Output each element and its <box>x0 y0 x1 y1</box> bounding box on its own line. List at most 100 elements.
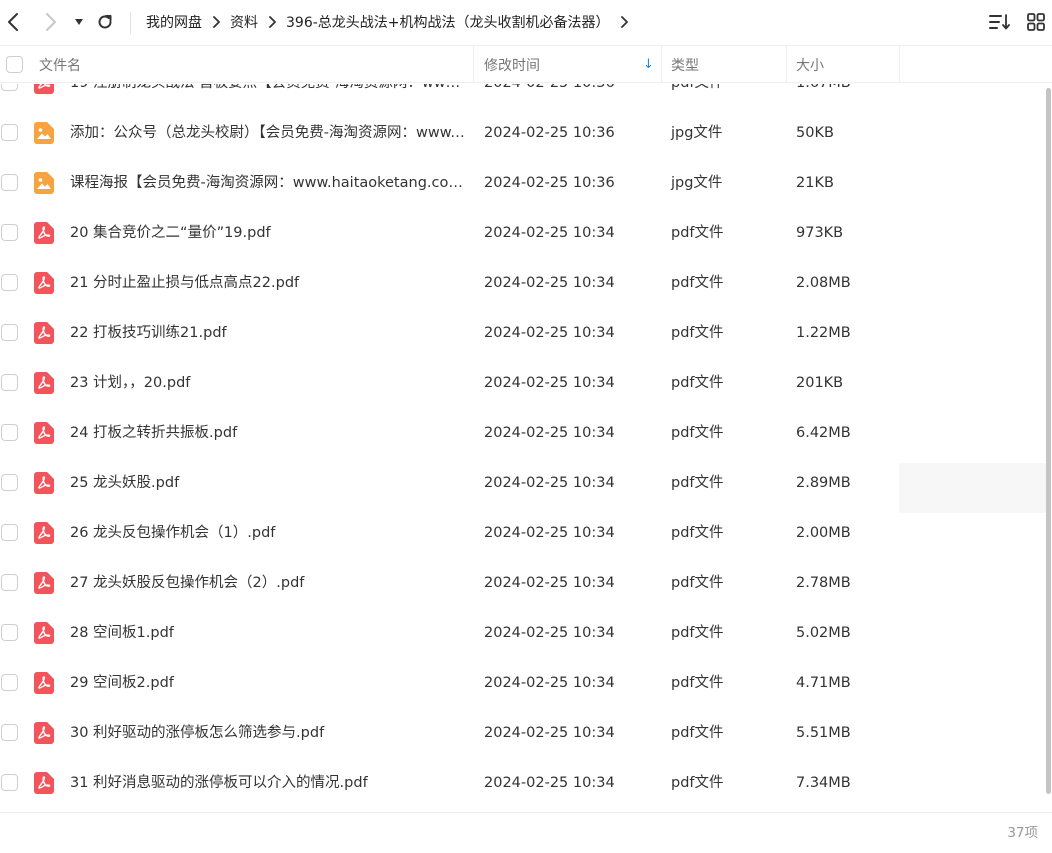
file-name[interactable]: 20 集合竞价之二“量价”19.pdf <box>70 208 465 258</box>
file-row[interactable]: 21 分时止盈止损与低点高点22.pdf 2024-02-25 10:34 pdf文… <box>0 258 1046 308</box>
breadcrumb-item-current[interactable]: 396-总龙头战法+机构战法（龙头收割机必备法器） <box>286 12 610 32</box>
column-header-type[interactable]: 类型 <box>671 46 699 83</box>
top-navigation-bar: 我的网盘 资料 396-总龙头战法+机构战法（龙头收割机必备法器） <box>0 0 1052 44</box>
file-size: 2.78MB <box>796 575 851 591</box>
file-row[interactable]: 30 利好驱动的涨停板怎么筛选参与.pdf 2024-02-25 10:34 pdf… <box>0 708 1046 758</box>
row-checkbox[interactable] <box>1 724 18 741</box>
file-row[interactable]: 29 空间板2.pdf 2024-02-25 10:34 pdf文件 4.71MB <box>0 658 1046 708</box>
file-row[interactable]: 24 打板之转折共振板.pdf 2024-02-25 10:34 pdf文件 6.42… <box>0 408 1046 458</box>
row-checkbox[interactable] <box>1 624 18 641</box>
file-row[interactable]: 23 计划，，20.pdf 2024-02-25 10:34 pdf文件 201KB <box>0 358 1046 408</box>
file-name[interactable]: 31 利好消息驱动的涨停板可以介入的情况.pdf <box>70 758 465 808</box>
file-name[interactable]: 课程海报【会员免费-海淘资源网：www.haitaoketang.com】.jp… <box>70 158 465 208</box>
file-size: 4.71MB <box>796 675 851 691</box>
scrollbar-thumb[interactable] <box>1046 88 1051 794</box>
chevron-left-icon <box>8 13 18 31</box>
row-checkbox[interactable] <box>1 674 18 691</box>
file-modified-time: 2024-02-25 10:34 <box>484 525 615 541</box>
file-type: pdf文件 <box>671 775 724 791</box>
column-resize-handle[interactable] <box>473 46 474 83</box>
file-type: pdf文件 <box>671 575 724 591</box>
file-name[interactable]: 28 空间板1.pdf <box>70 608 465 658</box>
file-type: pdf文件 <box>671 675 724 691</box>
row-checkbox[interactable] <box>1 574 18 591</box>
file-name[interactable]: 29 空间板2.pdf <box>70 658 465 708</box>
file-type: pdf文件 <box>671 84 724 108</box>
file-modified-time: 2024-02-25 10:34 <box>484 425 615 441</box>
file-name[interactable]: 22 打板技巧训练21.pdf <box>70 308 465 358</box>
row-checkbox[interactable] <box>1 84 18 91</box>
column-header-size[interactable]: 大小 <box>796 46 824 83</box>
back-button[interactable] <box>2 8 24 36</box>
file-row[interactable]: 31 利好消息驱动的涨停板可以介入的情况.pdf 2024-02-25 10:34… <box>0 758 1046 808</box>
file-modified-time: 2024-02-25 10:34 <box>484 475 615 491</box>
row-hover-highlight <box>899 463 1046 513</box>
file-row[interactable]: 添加：公众号（总龙头校尉）【会员免费-海淘资源网：www.haitaoketan… <box>0 108 1046 158</box>
breadcrumb-item[interactable]: 我的网盘 <box>146 12 202 32</box>
file-modified-time: 2024-02-25 10:34 <box>484 225 615 241</box>
file-name[interactable]: 26 龙头反包操作机会（1）.pdf <box>70 508 465 558</box>
file-size: 973KB <box>796 225 844 241</box>
sort-list-icon <box>989 14 1010 30</box>
row-checkbox[interactable] <box>1 474 18 491</box>
row-checkbox[interactable] <box>1 774 18 791</box>
forward-button[interactable] <box>40 8 62 36</box>
pdf-file-icon <box>34 84 54 94</box>
file-row[interactable]: 20 集合竞价之二“量价”19.pdf 2024-02-25 10:34 pdf文件… <box>0 208 1046 258</box>
select-all-checkbox[interactable] <box>6 46 23 83</box>
file-row[interactable]: 25 龙头妖股.pdf 2024-02-25 10:34 pdf文件 2.89MB <box>0 458 1046 508</box>
file-name[interactable]: 25 龙头妖股.pdf <box>70 458 465 508</box>
file-size: 2.00MB <box>796 525 851 541</box>
file-name[interactable]: 27 龙头妖股反包操作机会（2）.pdf <box>70 558 465 608</box>
row-checkbox[interactable] <box>1 124 18 141</box>
row-checkbox[interactable] <box>1 174 18 191</box>
file-size: 1.22MB <box>796 325 851 341</box>
chevron-right-icon <box>46 13 56 31</box>
file-name[interactable]: 23 计划，，20.pdf <box>70 358 465 408</box>
file-size: 6.42MB <box>796 425 851 441</box>
file-size: 1.67MB <box>796 84 851 108</box>
file-list-rows: 19 注册制龙头战法 首板要点【会员免费-海淘资源网：www.haitaoket… <box>0 84 1046 808</box>
breadcrumb-separator-icon <box>202 16 230 28</box>
row-checkbox[interactable] <box>1 424 18 441</box>
file-row[interactable]: 22 打板技巧训练21.pdf 2024-02-25 10:34 pdf文件 1.22… <box>0 308 1046 358</box>
file-size: 2.08MB <box>796 275 851 291</box>
row-checkbox[interactable] <box>1 224 18 241</box>
file-row[interactable]: 27 龙头妖股反包操作机会（2）.pdf 2024-02-25 10:34 pdf文… <box>0 558 1046 608</box>
file-row[interactable]: 19 注册制龙头战法 首板要点【会员免费-海淘资源网：www.haitaoket… <box>0 84 1046 108</box>
row-checkbox[interactable] <box>1 274 18 291</box>
breadcrumb-item[interactable]: 资料 <box>230 12 258 32</box>
file-row[interactable]: 28 空间板1.pdf 2024-02-25 10:34 pdf文件 5.02MB <box>0 608 1046 658</box>
column-resize-handle[interactable] <box>899 46 900 83</box>
column-header-modified[interactable]: 修改时间 <box>484 46 540 83</box>
column-resize-handle[interactable] <box>661 46 662 83</box>
file-row[interactable]: 课程海报【会员免费-海淘资源网：www.haitaoketang.com】.jp… <box>0 158 1046 208</box>
row-checkbox[interactable] <box>1 524 18 541</box>
file-name[interactable]: 19 注册制龙头战法 首板要点【会员免费-海淘资源网：www.haitaoket… <box>70 84 465 108</box>
row-checkbox[interactable] <box>1 324 18 341</box>
file-name[interactable]: 30 利好驱动的涨停板怎么筛选参与.pdf <box>70 708 465 758</box>
column-resize-handle[interactable] <box>786 46 787 83</box>
toolbar-divider <box>130 12 131 34</box>
status-footer: 37项 <box>0 812 1052 853</box>
vertical-scrollbar[interactable] <box>1046 84 1052 812</box>
refresh-button[interactable] <box>94 8 116 36</box>
column-header-name[interactable]: 文件名 <box>39 46 81 83</box>
file-name[interactable]: 24 打板之转折共振板.pdf <box>70 408 465 458</box>
checkbox[interactable] <box>6 56 23 73</box>
file-name[interactable]: 21 分时止盈止损与低点高点22.pdf <box>70 258 465 308</box>
file-row[interactable]: 26 龙头反包操作机会（1）.pdf 2024-02-25 10:34 pdf文件 2… <box>0 508 1046 558</box>
file-size: 5.51MB <box>796 725 851 741</box>
file-list: 19 注册制龙头战法 首板要点【会员免费-海淘资源网：www.haitaoket… <box>0 84 1046 812</box>
sort-button[interactable] <box>988 10 1012 34</box>
history-dropdown-button[interactable] <box>70 8 88 36</box>
file-type: jpg文件 <box>671 175 723 191</box>
sort-descending-icon[interactable]: ↓ <box>643 46 654 83</box>
row-checkbox[interactable] <box>1 374 18 391</box>
item-count: 37项 <box>1007 825 1038 841</box>
pdf-file-icon <box>34 772 54 794</box>
refresh-icon <box>98 15 112 29</box>
grid-view-button[interactable] <box>1024 10 1048 34</box>
file-name[interactable]: 添加：公众号（总龙头校尉）【会员免费-海淘资源网：www.haitaoketan… <box>70 108 465 158</box>
grid-view-icon <box>1027 13 1045 31</box>
